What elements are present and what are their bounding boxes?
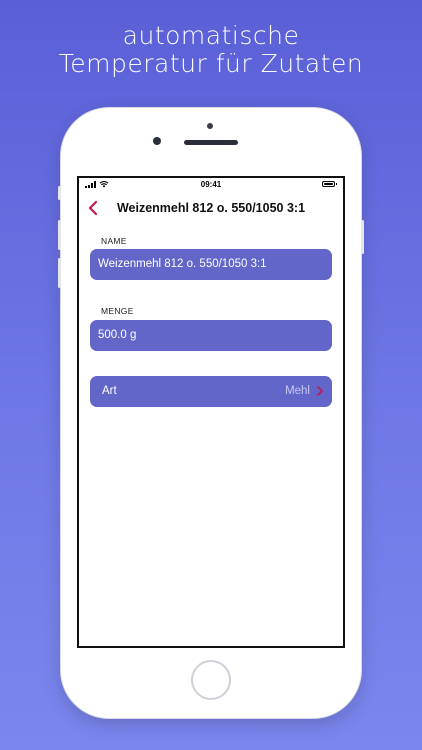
name-field[interactable]: Weizenmehl 812 o. 550/1050 3:1: [90, 249, 332, 280]
headline-line-1: automatische: [122, 21, 300, 50]
page-title: Weizenmehl 812 o. 550/1050 3:1: [116, 201, 306, 215]
battery-icon: [322, 181, 337, 187]
amount-label: MENGE: [101, 306, 134, 316]
headline-line-2: Temperatur für Zutaten: [58, 49, 364, 78]
phone-screen: 09:41 Weizenmehl 812 o. 550/1050 3:1 NAM…: [77, 176, 345, 648]
amount-field[interactable]: 500.0 g: [90, 320, 332, 351]
type-label: Art: [102, 385, 117, 397]
volume-down-button: [58, 258, 61, 288]
earpiece-speaker: [184, 140, 238, 145]
mute-switch: [58, 186, 61, 200]
phone-frame: 09:41 Weizenmehl 812 o. 550/1050 3:1 NAM…: [58, 108, 364, 718]
status-time: 09:41: [200, 180, 222, 189]
navigation-bar: Weizenmehl 812 o. 550/1050 3:1: [79, 196, 343, 222]
power-button: [361, 220, 364, 254]
marketing-headline: automatische Temperatur für Zutaten: [0, 22, 422, 78]
chevron-right-icon: [317, 386, 323, 396]
volume-up-button: [58, 220, 61, 250]
proximity-sensor: [207, 123, 213, 129]
name-label: NAME: [101, 236, 127, 246]
status-bar: 09:41: [79, 178, 343, 192]
type-value: Mehl: [285, 385, 310, 397]
front-camera: [153, 137, 161, 145]
home-button[interactable]: [191, 660, 231, 700]
type-row[interactable]: Art Mehl: [90, 376, 332, 407]
